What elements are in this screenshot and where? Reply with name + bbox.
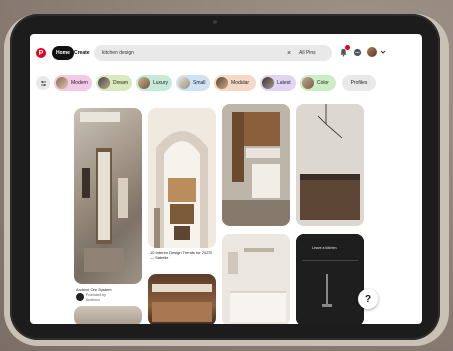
messages-icon[interactable] <box>353 48 362 57</box>
chevron-down-icon[interactable] <box>380 49 386 55</box>
guide-chips-row: Modern Dream Luxury Small Modular Latest… <box>30 72 422 94</box>
pin-image <box>152 284 212 322</box>
pin-overlay-caption: Leave a kitchen <box>312 246 337 250</box>
chip-modern[interactable]: Modern <box>54 75 92 91</box>
promoted-by-name: ArchInno <box>86 298 101 302</box>
chip-label: Modern <box>71 80 88 86</box>
pin-image <box>222 104 290 226</box>
chip-thumbnail <box>138 77 150 89</box>
chip-thumbnail <box>178 77 190 89</box>
pin-overhead-kitchen[interactable] <box>74 108 142 284</box>
chip-small[interactable]: Small <box>176 75 210 91</box>
clear-search-icon[interactable]: × <box>287 45 291 61</box>
notification-badge <box>345 45 350 50</box>
advertiser-avatar <box>76 293 84 301</box>
chip-thumbnail <box>302 77 314 89</box>
search-query: kitchen design <box>102 50 134 56</box>
pin-image <box>154 131 208 248</box>
chip-label: Color <box>317 80 329 86</box>
chip-dream[interactable]: Dream <box>96 75 132 91</box>
chip-thumbnail <box>56 77 68 89</box>
chip-label: Small <box>193 80 206 86</box>
pin-title: Archive Ore System <box>76 287 112 292</box>
pin-image <box>296 104 364 226</box>
profile-avatar[interactable] <box>367 47 377 57</box>
app-screen: P Home Create kitchen design × All Pins <box>30 34 422 324</box>
pin-white-kitchen[interactable] <box>222 234 290 324</box>
pin-dark-kitchen[interactable]: Leave a kitchen <box>296 234 364 324</box>
pin-arch-interior[interactable] <box>148 108 216 248</box>
pin-image <box>222 234 290 324</box>
pinterest-logo[interactable]: P <box>36 48 46 58</box>
camera-dot <box>213 20 217 24</box>
search-input[interactable]: kitchen design × All Pins <box>94 45 332 61</box>
pin-title: 10 Interior Design Trends for 2023! — Sa… <box>150 250 212 260</box>
pin-cabinet-kitchen[interactable] <box>222 104 290 226</box>
promoted-label: Promoted by <box>86 293 106 297</box>
chip-label: Latest <box>277 80 291 86</box>
search-filter-dropdown[interactable]: All Pins <box>299 45 316 61</box>
home-tab[interactable]: Home <box>52 46 74 60</box>
create-tab[interactable]: Create <box>74 46 90 60</box>
chip-thumbnail <box>216 77 228 89</box>
chip-label: Luxury <box>153 80 169 86</box>
chip-latest[interactable]: Latest <box>260 75 296 91</box>
pin-pendant-kitchen[interactable] <box>296 104 364 226</box>
chip-thumbnail <box>262 77 274 89</box>
pin-image <box>80 112 128 272</box>
top-nav: P Home Create kitchen design × All Pins <box>30 34 422 68</box>
chip-color[interactable]: Color <box>300 75 336 91</box>
chip-thumbnail <box>98 77 110 89</box>
profiles-chip[interactable]: Profiles <box>342 75 376 91</box>
chip-label: Modular <box>231 80 250 86</box>
more-options-icon[interactable]: ··· <box>208 250 218 255</box>
chip-label: Dream <box>113 80 129 86</box>
chip-luxury[interactable]: Luxury <box>136 75 172 91</box>
filter-icon[interactable] <box>36 76 50 90</box>
help-button[interactable]: ? <box>358 289 378 309</box>
pin-bottom-col1[interactable] <box>74 306 142 324</box>
chip-modular[interactable]: Modular <box>214 75 256 91</box>
pin-bottom-col2[interactable] <box>148 274 216 324</box>
